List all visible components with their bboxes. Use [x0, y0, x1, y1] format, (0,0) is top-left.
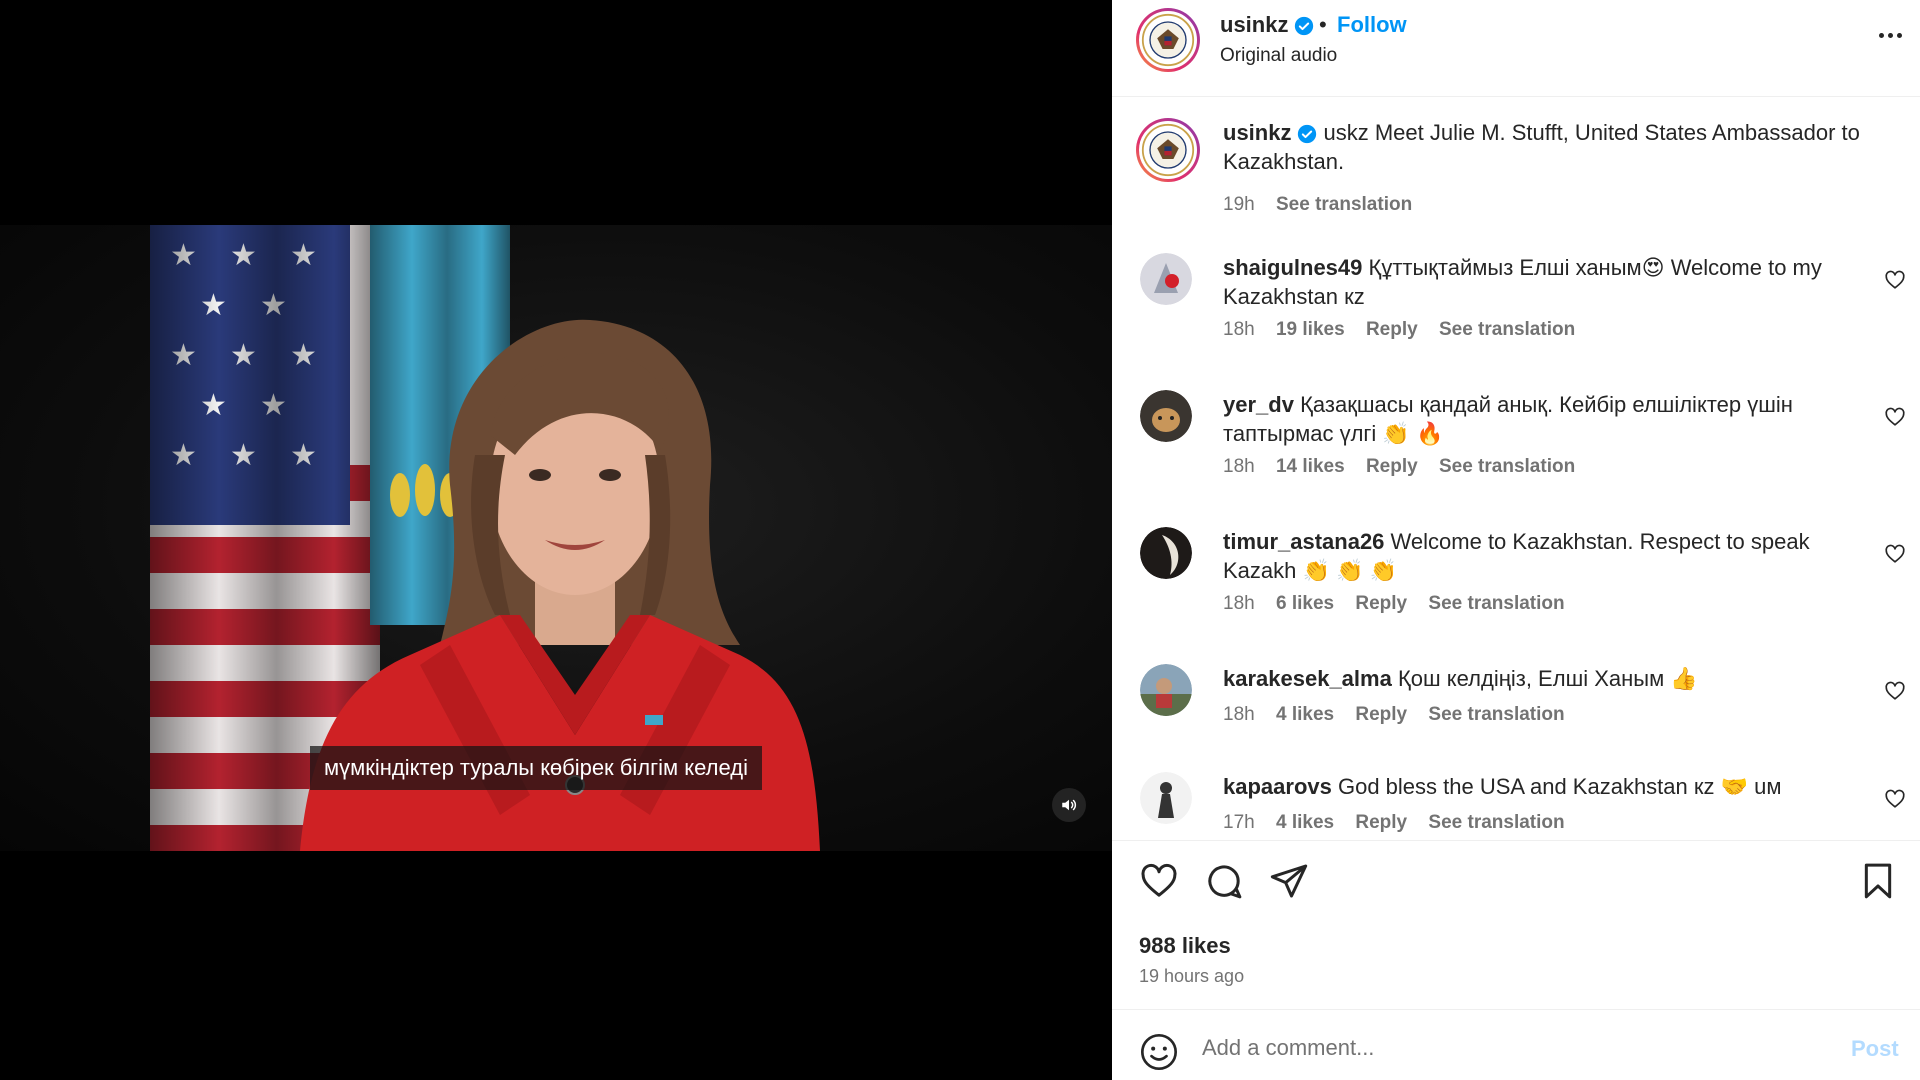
- comment-body: shaigulnes49 Құттықтаймыз Елші ханым😍 We…: [1223, 253, 1863, 311]
- comment-username[interactable]: yer_dv: [1223, 392, 1294, 417]
- caption-meta: 19h See translation: [1223, 194, 1428, 216]
- comment-body: yer_dv Қазақшасы қандай анық. Кейбір елш…: [1223, 390, 1863, 448]
- author-username[interactable]: usinkz: [1220, 12, 1314, 38]
- caption-username[interactable]: usinkz: [1223, 120, 1291, 145]
- comment-username[interactable]: timur_astana26: [1223, 529, 1384, 554]
- comment-likes[interactable]: 4 likes: [1276, 704, 1334, 725]
- see-translation-link[interactable]: See translation: [1428, 704, 1564, 725]
- user-avatar-icon: [1140, 390, 1192, 442]
- reply-button[interactable]: Reply: [1366, 456, 1418, 477]
- post-side-panel: usinkz • Follow Original audio usinkz us…: [1112, 0, 1920, 1080]
- comments-list[interactable]: usinkz uskz Meet Julie M. Stufft, United …: [1112, 98, 1920, 840]
- see-translation-link[interactable]: See translation: [1439, 319, 1575, 340]
- comment-meta: 18h 6 likes Reply See translation: [1223, 593, 1581, 615]
- user-avatar-icon: [1140, 527, 1192, 579]
- reply-button[interactable]: Reply: [1355, 704, 1407, 725]
- comment-body: timur_astana26 Welcome to Kazakhstan. Re…: [1223, 527, 1863, 585]
- embassy-seal-icon: [1141, 13, 1195, 67]
- likes-count[interactable]: 988 likes: [1139, 933, 1231, 959]
- comment-bubble-icon[interactable]: [1204, 861, 1244, 901]
- commenter-avatar[interactable]: [1140, 527, 1192, 579]
- add-comment-input[interactable]: [1202, 1026, 1802, 1070]
- add-comment-bar: Post: [1112, 1009, 1920, 1080]
- user-avatar-icon: [1140, 772, 1192, 824]
- comment-time[interactable]: 17h: [1223, 812, 1255, 833]
- like-comment-heart-icon[interactable]: [1884, 269, 1906, 291]
- commenter-avatar[interactable]: [1140, 390, 1192, 442]
- like-heart-icon[interactable]: [1139, 861, 1179, 901]
- share-paper-plane-icon[interactable]: [1269, 861, 1309, 901]
- more-dot-icon: [1896, 32, 1902, 38]
- more-dot-icon: [1878, 32, 1884, 38]
- comment-username[interactable]: shaigulnes49: [1223, 255, 1362, 280]
- caption-time[interactable]: 19h: [1223, 194, 1255, 215]
- comment-time[interactable]: 18h: [1223, 593, 1255, 614]
- author-avatar[interactable]: [1136, 8, 1200, 72]
- commenter-avatar[interactable]: [1140, 664, 1192, 716]
- volume-icon: [1062, 799, 1077, 811]
- like-comment-heart-icon[interactable]: [1884, 406, 1906, 428]
- more-dot-icon: [1887, 32, 1893, 38]
- more-options-button[interactable]: [1872, 20, 1908, 50]
- video-subtitle: мүмкіндіктер туралы көбірек білгім келед…: [310, 746, 762, 790]
- post-comment-button[interactable]: Post: [1851, 1036, 1899, 1062]
- commenter-avatar[interactable]: [1140, 253, 1192, 305]
- comment-meta: 18h 4 likes Reply See translation: [1223, 704, 1581, 726]
- commenter-avatar[interactable]: [1140, 772, 1192, 824]
- save-bookmark-icon[interactable]: [1858, 861, 1898, 901]
- caption-body: usinkz uskz Meet Julie M. Stufft, United …: [1223, 118, 1863, 176]
- video-frame[interactable]: ★★★ ★★ ★★★ ★★ ★★★: [0, 225, 1112, 851]
- comment-meta: 18h 19 likes Reply See translation: [1223, 319, 1591, 341]
- instagram-post-viewer: ★★★ ★★ ★★★ ★★ ★★★: [0, 0, 1920, 1080]
- author-avatar[interactable]: [1136, 118, 1200, 182]
- user-avatar-icon: [1140, 253, 1192, 305]
- video-player[interactable]: ★★★ ★★ ★★★ ★★ ★★★: [0, 0, 1112, 1080]
- comment-meta: 17h 4 likes Reply See translation: [1223, 812, 1581, 834]
- reply-button[interactable]: Reply: [1355, 812, 1407, 833]
- emoji-picker-icon[interactable]: [1139, 1032, 1179, 1072]
- comment-likes[interactable]: 4 likes: [1276, 812, 1334, 833]
- comment-body: karakesek_alma Қош келдіңіз, Елші Ханым …: [1223, 664, 1863, 693]
- comment-meta: 18h 14 likes Reply See translation: [1223, 456, 1591, 478]
- embassy-seal-icon: [1141, 123, 1195, 177]
- follow-button[interactable]: Follow: [1337, 12, 1407, 38]
- comment-likes[interactable]: 14 likes: [1276, 456, 1345, 477]
- header-separator: •: [1319, 12, 1327, 37]
- see-translation-link[interactable]: See translation: [1428, 812, 1564, 833]
- author-username-text[interactable]: usinkz: [1220, 12, 1288, 37]
- comment-username[interactable]: kapaarovs: [1223, 774, 1332, 799]
- comment-likes[interactable]: 6 likes: [1276, 593, 1334, 614]
- sound-toggle-button[interactable]: [1052, 788, 1086, 822]
- comment-time[interactable]: 18h: [1223, 319, 1255, 340]
- comment-time[interactable]: 18h: [1223, 704, 1255, 725]
- see-translation-link[interactable]: See translation: [1439, 456, 1575, 477]
- post-actions: 988 likes 19 hours ago: [1112, 840, 1920, 1010]
- comment-text: Қош келдіңіз, Елші Ханым 👍: [1397, 666, 1698, 691]
- see-translation-link[interactable]: See translation: [1276, 194, 1412, 215]
- comment-username[interactable]: karakesek_alma: [1223, 666, 1392, 691]
- comment-text: God bless the USA and Kazakhstan кz 🤝 uм: [1337, 774, 1782, 799]
- user-avatar-icon: [1140, 664, 1192, 716]
- reply-button[interactable]: Reply: [1355, 593, 1407, 614]
- like-comment-heart-icon[interactable]: [1884, 680, 1906, 702]
- verified-badge-icon: [1295, 17, 1314, 36]
- comment-text: Қазақшасы қандай анық. Кейбір елшіліктер…: [1223, 392, 1793, 446]
- reply-button[interactable]: Reply: [1366, 319, 1418, 340]
- post-header: usinkz • Follow Original audio: [1112, 0, 1920, 97]
- comment-likes[interactable]: 19 likes: [1276, 319, 1345, 340]
- like-comment-heart-icon[interactable]: [1884, 543, 1906, 565]
- comment-body: kapaarovs God bless the USA and Kazakhst…: [1223, 772, 1863, 801]
- comment-time[interactable]: 18h: [1223, 456, 1255, 477]
- verified-badge-icon: [1298, 125, 1317, 144]
- caption-text: uskz Meet Julie M. Stufft, United States…: [1223, 120, 1860, 174]
- like-comment-heart-icon[interactable]: [1884, 788, 1906, 810]
- original-audio-link[interactable]: Original audio: [1220, 45, 1337, 67]
- see-translation-link[interactable]: See translation: [1428, 593, 1564, 614]
- post-timestamp: 19 hours ago: [1139, 966, 1245, 986]
